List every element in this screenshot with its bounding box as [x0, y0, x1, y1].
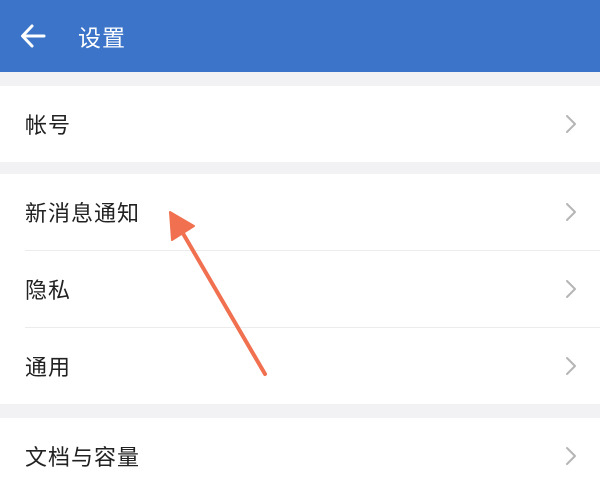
chevron-right-icon — [566, 357, 576, 375]
settings-item-new-message-notification[interactable]: 新消息通知 — [0, 174, 600, 250]
settings-item-privacy[interactable]: 隐私 — [0, 251, 600, 327]
arrow-left-icon — [21, 24, 46, 48]
settings-item-label: 帐号 — [25, 114, 72, 139]
settings-item-label: 通用 — [25, 356, 72, 381]
settings-item-label: 新消息通知 — [25, 202, 141, 227]
settings-item-label: 文档与容量 — [25, 446, 141, 471]
chevron-right-icon — [566, 115, 576, 133]
page-title: 设置 — [78, 26, 126, 52]
settings-group-main: 新消息通知 隐私 通用 — [0, 174, 600, 404]
settings-item-label: 隐私 — [25, 279, 72, 304]
chevron-right-icon — [566, 280, 576, 298]
chevron-right-icon — [566, 203, 576, 221]
settings-item-files-storage[interactable]: 文档与容量 — [0, 418, 600, 494]
settings-group-account: 帐号 — [0, 86, 600, 162]
settings-item-general[interactable]: 通用 — [0, 328, 600, 404]
chevron-right-icon — [566, 447, 576, 465]
settings-group-storage: 文档与容量 — [0, 418, 600, 494]
app-bar: 设置 — [0, 0, 600, 72]
settings-item-account[interactable]: 帐号 — [0, 86, 600, 162]
back-button[interactable] — [16, 19, 50, 53]
